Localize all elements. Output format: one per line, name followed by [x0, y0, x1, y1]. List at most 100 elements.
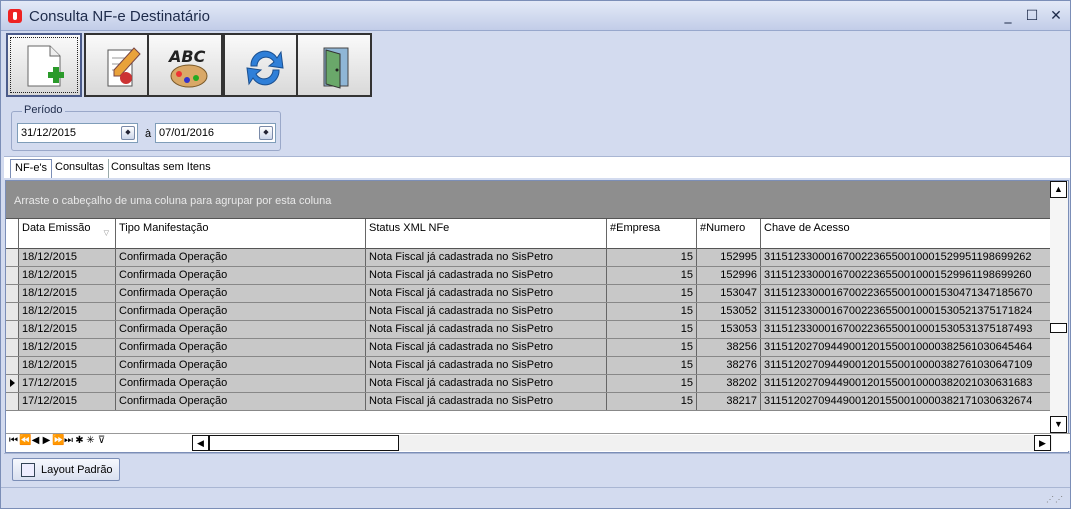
table-cell[interactable]: 153053: [697, 321, 761, 338]
row-indicator[interactable]: [6, 267, 19, 284]
table-cell[interactable]: 38202: [697, 375, 761, 392]
table-row[interactable]: 18/12/2015 Confirmada Operação Nota Fiscal…: [6, 285, 1050, 303]
current-row-indicator-icon[interactable]: [6, 375, 19, 392]
table-cell[interactable]: Nota Fiscal já cadastrada no SisPetro: [366, 339, 607, 356]
layout-padrao-button[interactable]: Layout Padrão: [12, 458, 120, 481]
table-cell[interactable]: 18/12/2015: [19, 249, 116, 266]
table-row[interactable]: 18/12/2015 Confirmada Operação Nota Fiscal…: [6, 321, 1050, 339]
scroll-right-icon[interactable]: ▶: [1034, 435, 1051, 451]
horizontal-scroll-thumb[interactable]: [209, 435, 399, 451]
table-cell[interactable]: Confirmada Operação: [116, 267, 366, 284]
table-cell[interactable]: 18/12/2015: [19, 285, 116, 302]
scroll-left-icon[interactable]: ◀: [192, 435, 209, 451]
table-row[interactable]: 18/12/2015 Confirmada Operação Nota Fiscal…: [6, 267, 1050, 285]
table-cell[interactable]: 15: [607, 375, 697, 392]
table-row[interactable]: 18/12/2015 Confirmada Operação Nota Fiscal…: [6, 303, 1050, 321]
table-cell[interactable]: 15: [607, 357, 697, 374]
table-cell[interactable]: Confirmada Operação: [116, 375, 366, 392]
tab-consultas-sem-itens[interactable]: Consultas sem Itens: [107, 159, 215, 178]
minimize-button[interactable]: _: [999, 7, 1017, 25]
next-page-icon[interactable]: ⏩: [52, 435, 64, 446]
table-cell[interactable]: 38256: [697, 339, 761, 356]
date-from-field[interactable]: 31/12/2015 ◆: [17, 123, 138, 143]
column-header-data-emissao[interactable]: Data Emissão ▽: [19, 219, 116, 249]
row-indicator[interactable]: [6, 249, 19, 266]
table-cell[interactable]: 3115123300016700223655001000153052137517…: [761, 303, 1050, 320]
table-cell[interactable]: 18/12/2015: [19, 321, 116, 338]
exit-button[interactable]: [296, 33, 372, 97]
date-to-dropdown-icon[interactable]: ◆: [259, 126, 273, 140]
column-header-chave-acesso[interactable]: Chave de Acesso: [761, 219, 1050, 249]
table-row[interactable]: 18/12/2015 Confirmada Operação Nota Fiscal…: [6, 339, 1050, 357]
table-cell[interactable]: Nota Fiscal já cadastrada no SisPetro: [366, 393, 607, 410]
table-cell[interactable]: Confirmada Operação: [116, 357, 366, 374]
row-indicator[interactable]: [6, 393, 19, 410]
table-cell[interactable]: Nota Fiscal já cadastrada no SisPetro: [366, 285, 607, 302]
table-cell[interactable]: 152996: [697, 267, 761, 284]
table-cell[interactable]: Nota Fiscal já cadastrada no SisPetro: [366, 303, 607, 320]
spellcheck-button[interactable]: ABC: [147, 33, 223, 97]
scroll-up-icon[interactable]: ▲: [1050, 181, 1067, 198]
table-cell[interactable]: 152995: [697, 249, 761, 266]
tab-consultas[interactable]: Consultas: [51, 159, 109, 178]
maximize-button[interactable]: ☐: [1023, 7, 1041, 25]
table-cell[interactable]: 18/12/2015: [19, 267, 116, 284]
row-indicator[interactable]: [6, 339, 19, 356]
table-cell[interactable]: 18/12/2015: [19, 339, 116, 356]
table-cell[interactable]: 3115123300016700223655001000152995119869…: [761, 249, 1050, 266]
table-row[interactable]: 18/12/2015 Confirmada Operação Nota Fiscal…: [6, 357, 1050, 375]
tab-nfes[interactable]: NF-e's: [10, 159, 53, 178]
column-header-empresa[interactable]: #Empresa: [607, 219, 697, 249]
row-indicator[interactable]: [6, 321, 19, 338]
table-cell[interactable]: Confirmada Operação: [116, 285, 366, 302]
delete-record-icon[interactable]: ✳: [85, 435, 96, 446]
prev-page-icon[interactable]: ⏪: [19, 435, 31, 446]
vertical-scrollbar[interactable]: ▲ ▼: [1050, 181, 1068, 433]
table-cell[interactable]: 38276: [697, 357, 761, 374]
date-from-dropdown-icon[interactable]: ◆: [121, 126, 135, 140]
table-cell[interactable]: 3115120270944900120155001000038217103063…: [761, 393, 1050, 410]
table-cell[interactable]: Confirmada Operação: [116, 249, 366, 266]
table-cell[interactable]: 18/12/2015: [19, 357, 116, 374]
refresh-button[interactable]: [223, 33, 299, 97]
filter-icon[interactable]: ⊽: [96, 435, 107, 446]
first-record-icon[interactable]: ⏮: [8, 435, 19, 446]
column-header-tipo-manifestacao[interactable]: Tipo Manifestação: [116, 219, 366, 249]
table-cell[interactable]: 153052: [697, 303, 761, 320]
table-cell[interactable]: 15: [607, 339, 697, 356]
table-cell[interactable]: Nota Fiscal já cadastrada no SisPetro: [366, 267, 607, 284]
table-cell[interactable]: 3115123300016700223655001000152996119869…: [761, 267, 1050, 284]
table-cell[interactable]: 17/12/2015: [19, 393, 116, 410]
table-cell[interactable]: 3115120270944900120155001000038276103064…: [761, 357, 1050, 374]
table-cell[interactable]: Nota Fiscal já cadastrada no SisPetro: [366, 375, 607, 392]
insert-record-icon[interactable]: ✱: [74, 435, 85, 446]
table-cell[interactable]: 38217: [697, 393, 761, 410]
table-cell[interactable]: 15: [607, 249, 697, 266]
row-indicator[interactable]: [6, 357, 19, 374]
table-cell[interactable]: 3115120270944900120155001000038256103064…: [761, 339, 1050, 356]
horizontal-scrollbar[interactable]: ◀ ▶: [192, 435, 1052, 451]
table-cell[interactable]: 15: [607, 285, 697, 302]
table-cell[interactable]: Nota Fiscal já cadastrada no SisPetro: [366, 321, 607, 338]
table-cell[interactable]: Confirmada Operação: [116, 321, 366, 338]
table-cell[interactable]: Nota Fiscal já cadastrada no SisPetro: [366, 357, 607, 374]
last-record-icon[interactable]: ⏭: [63, 435, 74, 446]
new-document-button[interactable]: [6, 33, 82, 97]
table-cell[interactable]: 18/12/2015: [19, 303, 116, 320]
table-cell[interactable]: Confirmada Operação: [116, 303, 366, 320]
column-header-numero[interactable]: #Numero: [697, 219, 761, 249]
table-cell[interactable]: 3115123300016700223655001000153047134718…: [761, 285, 1050, 302]
table-cell[interactable]: 15: [607, 267, 697, 284]
prev-record-icon[interactable]: ◀: [30, 435, 41, 446]
table-cell[interactable]: 15: [607, 393, 697, 410]
next-record-icon[interactable]: ▶: [41, 435, 52, 446]
table-cell[interactable]: Nota Fiscal já cadastrada no SisPetro: [366, 249, 607, 266]
table-row[interactable]: 18/12/2015 Confirmada Operação Nota Fiscal…: [6, 249, 1050, 267]
table-cell[interactable]: 15: [607, 303, 697, 320]
column-header-status-xml[interactable]: Status XML NFe: [366, 219, 607, 249]
table-cell[interactable]: 3115123300016700223655001000153053137518…: [761, 321, 1050, 338]
table-row[interactable]: 17/12/2015 Confirmada Operação Nota Fiscal…: [6, 393, 1050, 411]
row-indicator[interactable]: [6, 285, 19, 302]
table-cell[interactable]: 153047: [697, 285, 761, 302]
row-indicator[interactable]: [6, 303, 19, 320]
